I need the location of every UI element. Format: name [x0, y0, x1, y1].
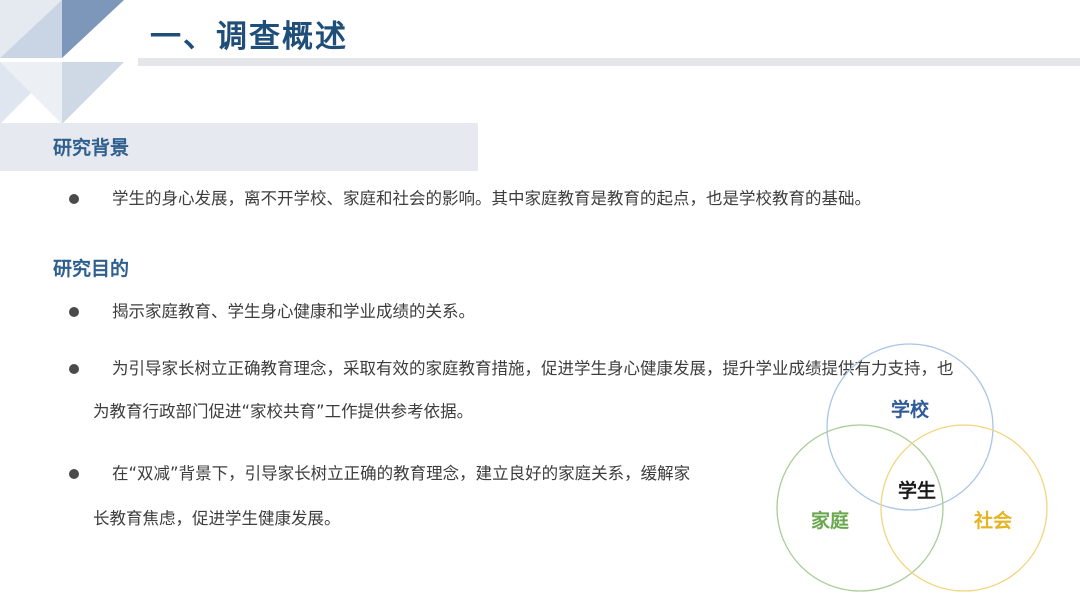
- venn-label-center: 学生: [898, 479, 936, 502]
- bullet-text: 在“双减”背景下，引导家长树立正确的教育理念，建立良好的家庭关系，缓解家: [112, 464, 691, 483]
- bullet-text: 学生的身心发展，离不开学校、家庭和社会的影响。其中家庭教育是教育的起点，也是学校…: [112, 189, 871, 208]
- venn-label-society: 社会: [973, 509, 1012, 532]
- section-heading-background: 研究背景: [53, 137, 130, 159]
- bullet-dot: [69, 194, 79, 204]
- venn-label-school: 学校: [891, 398, 930, 421]
- bullet-dot: [69, 364, 79, 374]
- title-divider: [138, 58, 1080, 66]
- section-heading-purpose: 研究目的: [53, 258, 130, 280]
- venn-label-family: 家庭: [811, 509, 849, 532]
- page-title: 一、调查概述: [150, 19, 348, 55]
- bullet-dot: [69, 469, 79, 479]
- venn-diagram: 学校 家庭 社会 学生: [776, 343, 1048, 592]
- corner-decoration: [0, 0, 124, 124]
- venn-circle-society: [880, 424, 1048, 592]
- bullet-text: 揭示家庭教育、学生身心健康和学业成绩的关系。: [112, 302, 475, 321]
- bullet-text-continuation: 为教育行政部门促进“家校共育”工作提供参考依据。: [93, 402, 474, 421]
- bullet-dot: [69, 307, 79, 317]
- bullet-text-continuation: 长教育焦虑，促进学生健康发展。: [93, 509, 341, 528]
- venn-circle-family: [776, 424, 944, 592]
